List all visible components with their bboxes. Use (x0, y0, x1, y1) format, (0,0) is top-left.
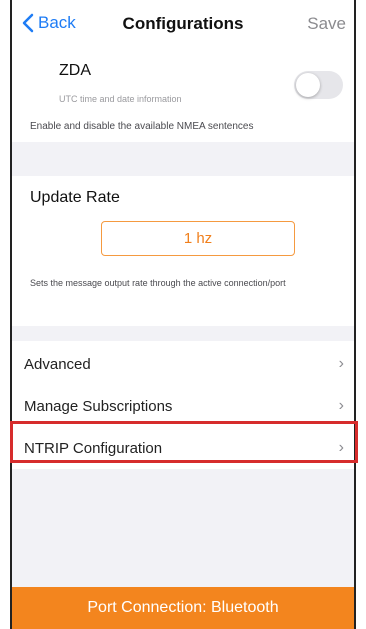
nmea-caption: Enable and disable the available NMEA se… (30, 121, 254, 132)
zda-subtitle: UTC time and date information (59, 94, 182, 104)
chevron-right-icon: › (338, 397, 344, 414)
zda-title: ZDA (59, 62, 91, 79)
zda-toggle[interactable] (294, 71, 343, 99)
menu-item-label: Advanced (24, 355, 91, 373)
port-connection-button[interactable]: Port Connection: Bluetooth (12, 587, 354, 629)
update-rate-field[interactable]: 1 hz (101, 221, 295, 256)
toggle-knob (296, 73, 320, 97)
update-rate-section: Update Rate 1 hz Sets the message output… (12, 176, 354, 326)
phone-frame: Back Configurations Save ZDA UTC time an… (10, 0, 356, 629)
menu-item-advanced[interactable]: Advanced › (12, 343, 354, 385)
chevron-right-icon: › (338, 355, 344, 372)
menu-item-ntrip-configuration[interactable]: NTRIP Configuration › (12, 427, 354, 469)
page-title: Configurations (122, 14, 244, 33)
save-button[interactable]: Save (307, 14, 346, 34)
menu-item-manage-subscriptions[interactable]: Manage Subscriptions › (12, 385, 354, 427)
nav-bar: Back Configurations Save (12, 0, 354, 50)
update-rate-title: Update Rate (30, 189, 120, 206)
chevron-right-icon: › (338, 439, 344, 456)
update-rate-caption: Sets the message output rate through the… (30, 278, 286, 288)
settings-menu: Advanced › Manage Subscriptions › NTRIP … (12, 341, 354, 469)
menu-item-label: Manage Subscriptions (24, 397, 173, 415)
zda-section: ZDA UTC time and date information Enable… (12, 50, 354, 142)
menu-item-label: NTRIP Configuration (24, 439, 163, 457)
